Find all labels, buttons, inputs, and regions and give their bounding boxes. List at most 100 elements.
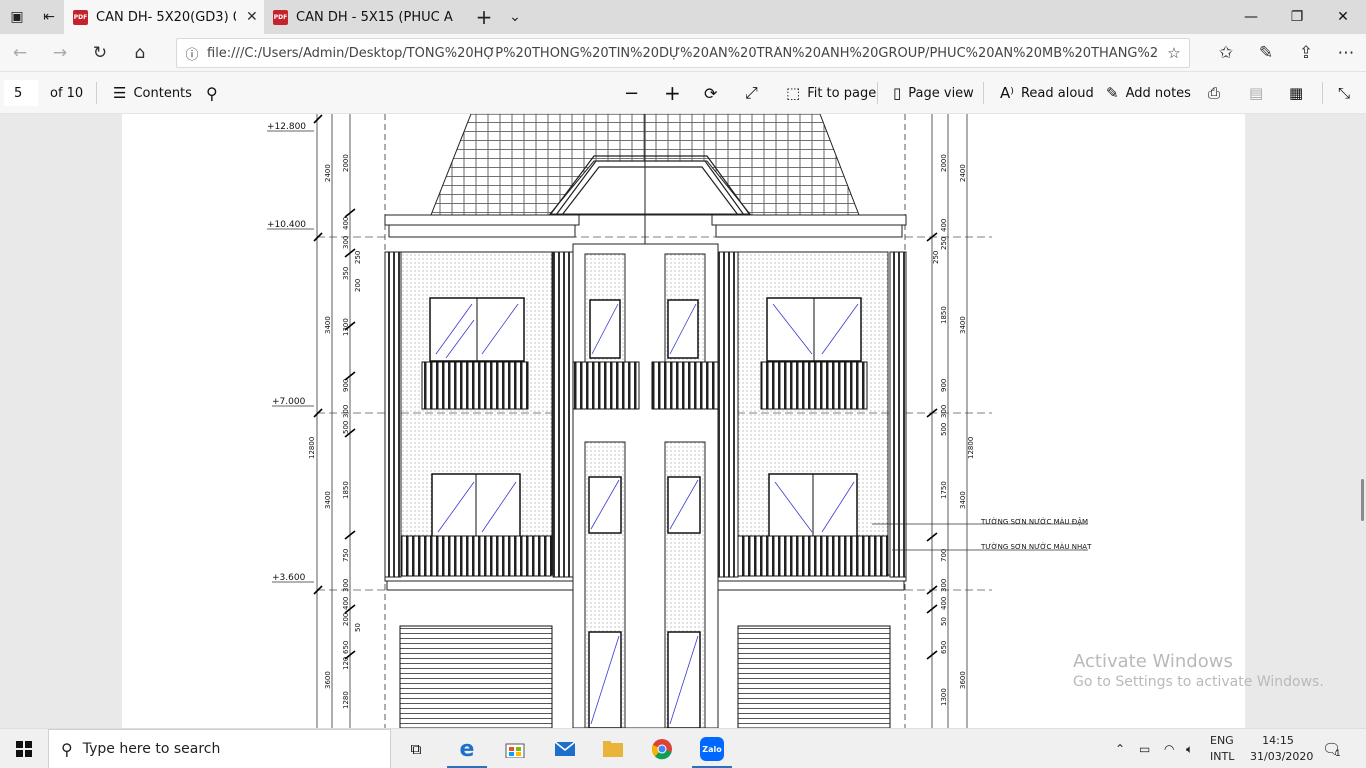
level-label: +7.000 <box>272 397 306 407</box>
volume-icon[interactable]: 🔈︎ <box>1186 729 1193 768</box>
page-number-input[interactable]: 5 <box>4 80 38 106</box>
task-view-button[interactable]: ⧉ <box>392 729 440 768</box>
svg-text:400: 400 <box>342 597 350 610</box>
language-indicator[interactable]: ENG INTL <box>1210 733 1234 765</box>
activation-watermark: Activate Windows Go to Settings to activ… <box>1073 651 1324 690</box>
svg-text:2400: 2400 <box>324 164 332 182</box>
favorites-icon[interactable]: ✩ <box>1210 37 1242 69</box>
svg-text:300: 300 <box>940 579 948 592</box>
svg-text:3400: 3400 <box>959 316 967 334</box>
screen: ▣ ⇤ PDF CAN DH- 5X20(GD3) 04 ✕ PDF CAN D… <box>0 0 1366 768</box>
svg-text:650: 650 <box>342 641 350 654</box>
pdf-icon: PDF <box>73 9 88 25</box>
svg-text:1300: 1300 <box>940 688 948 706</box>
tab-title: CAN DH- 5X20(GD3) 04 <box>96 9 236 25</box>
tab-actions-icon[interactable]: ▣ <box>0 0 34 34</box>
svg-text:400: 400 <box>940 597 948 610</box>
read-aloud-button[interactable]: A⁾ Read aloud <box>1000 72 1094 114</box>
back-button[interactable]: ← <box>4 37 36 69</box>
search-icon: ⚲ <box>61 739 73 759</box>
wifi-icon[interactable]: ◠ <box>1164 729 1174 768</box>
print-icon[interactable]: ⎙ <box>1208 72 1220 114</box>
close-icon[interactable]: ✕ <box>246 9 258 25</box>
pdf-viewer[interactable]: +12.800 +10.400 +7.000 +3.600 2400 3400 … <box>0 114 1366 728</box>
pin-toolbar-icon[interactable]: ⤡ <box>1338 72 1350 114</box>
windows-logo-icon <box>16 741 32 757</box>
edge-app[interactable]: e <box>443 729 491 768</box>
file-explorer-app[interactable] <box>589 729 637 768</box>
refresh-button[interactable]: ↻ <box>84 37 116 69</box>
svg-text:250: 250 <box>932 251 940 264</box>
fullscreen-icon[interactable]: ⤢ <box>745 72 758 114</box>
save-as-icon[interactable]: ▦ <box>1289 72 1303 114</box>
page-view-icon: ▯ <box>893 84 902 102</box>
rotate-icon[interactable]: ⟳ <box>704 72 717 114</box>
store-app[interactable] <box>491 729 539 768</box>
divider <box>96 82 97 104</box>
more-icon[interactable]: ⋯ <box>1330 37 1362 69</box>
share-icon[interactable]: ⇪ <box>1290 37 1322 69</box>
show-hidden-icons[interactable]: ⌃ <box>1115 729 1125 768</box>
svg-text:350: 350 <box>342 267 350 280</box>
svg-text:1850: 1850 <box>342 481 350 499</box>
zoom-in-button[interactable]: + <box>664 72 681 114</box>
taskbar-search[interactable]: ⚲ Type here to search <box>48 729 391 768</box>
chrome-app[interactable] <box>638 729 686 768</box>
zalo-app[interactable]: Zalo <box>688 729 736 768</box>
tab-bar: ▣ ⇤ PDF CAN DH- 5X20(GD3) 04 ✕ PDF CAN D… <box>0 0 1366 34</box>
svg-text:500: 500 <box>940 423 948 436</box>
info-icon[interactable]: ⓘ <box>177 44 207 63</box>
svg-text:400: 400 <box>940 219 948 232</box>
add-notes-button[interactable]: ✎ Add notes <box>1106 72 1191 114</box>
new-tab-icon[interactable]: + <box>467 0 501 34</box>
restore-button[interactable]: ❐ <box>1274 0 1320 34</box>
search-icon[interactable]: ⚲ <box>206 72 218 114</box>
divider <box>1322 82 1323 104</box>
scrollbar-thumb[interactable] <box>1361 479 1364 521</box>
svg-text:1280: 1280 <box>342 691 350 709</box>
fit-to-page-button[interactable]: ⬚ Fit to page <box>786 72 876 114</box>
save-icon[interactable]: ▤ <box>1249 72 1263 114</box>
svg-text:3400: 3400 <box>324 491 332 509</box>
folder-icon <box>603 741 623 757</box>
svg-text:1750: 1750 <box>940 481 948 499</box>
home-button[interactable]: ⌂ <box>124 37 156 69</box>
tab-pdf-1[interactable]: PDF CAN DH- 5X20(GD3) 04 ✕ <box>64 0 264 34</box>
minimize-button[interactable]: — <box>1228 0 1274 34</box>
clock-date: 31/03/2020 <box>1250 750 1314 763</box>
url-text[interactable]: file:///C:/Users/Admin/Desktop/TỔNG%20HỢ… <box>207 46 1159 61</box>
add-notes-label: Add notes <box>1125 85 1191 101</box>
svg-text:300: 300 <box>940 405 948 418</box>
start-button[interactable] <box>0 729 48 768</box>
forward-button[interactable]: → <box>44 37 76 69</box>
read-aloud-icon: A⁾ <box>1000 84 1014 102</box>
battery-icon[interactable]: ▭ <box>1139 729 1150 768</box>
contents-button[interactable]: ☰ Contents <box>113 72 192 114</box>
set-aside-tabs-icon[interactable]: ⇤ <box>32 0 66 34</box>
close-window-button[interactable]: ✕ <box>1320 0 1366 34</box>
svg-text:650: 650 <box>940 641 948 654</box>
annotation-dark-paint: TƯỜNG SƠN NƯỚC MÀU ĐẬM <box>980 517 1088 526</box>
svg-text:500: 500 <box>342 421 350 434</box>
level-label: +3.600 <box>272 573 306 583</box>
page-view-button[interactable]: ▯ Page view <box>893 72 974 114</box>
mail-app[interactable] <box>541 729 589 768</box>
pen-icon[interactable]: ✎ <box>1250 37 1282 69</box>
address-toolbar: ← → ↻ ⌂ ⓘ file:///C:/Users/Admin/Desktop… <box>0 34 1366 72</box>
clock[interactable]: 14:15 31/03/2020 <box>1250 733 1314 765</box>
notifications-button[interactable]: 🗨︎ 1 <box>1322 729 1341 768</box>
svg-text:3600: 3600 <box>324 671 332 689</box>
level-label: +10.400 <box>267 220 306 230</box>
zoom-out-button[interactable]: − <box>624 72 639 114</box>
fit-page-icon: ⬚ <box>786 84 801 102</box>
address-bar[interactable]: ⓘ file:///C:/Users/Admin/Desktop/TỔNG%20… <box>176 38 1190 68</box>
pdf-icon: PDF <box>273 9 288 25</box>
favorite-star-icon[interactable]: ☆ <box>1159 44 1189 62</box>
svg-text:120: 120 <box>342 657 350 670</box>
tab-pdf-2[interactable]: PDF CAN DH - 5X15 (PHUC AN ( <box>264 0 464 34</box>
contents-label: Contents <box>133 85 192 101</box>
read-aloud-label: Read aloud <box>1020 85 1094 101</box>
svg-text:3400: 3400 <box>959 491 967 509</box>
chevron-down-icon[interactable]: ⌄ <box>498 0 532 34</box>
zalo-icon: Zalo <box>700 737 724 761</box>
